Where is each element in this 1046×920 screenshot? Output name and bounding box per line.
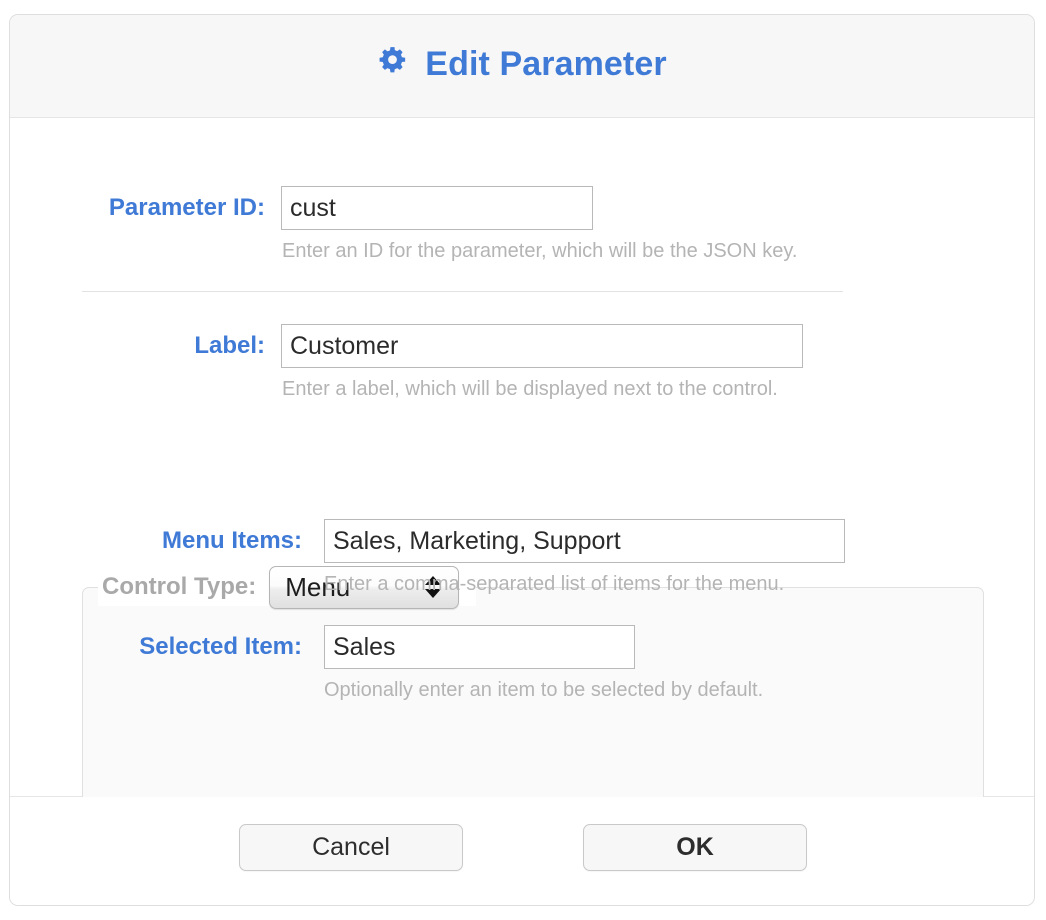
selected-item-label: Selected Item: xyxy=(139,633,302,660)
parameter-id-input[interactable]: cust xyxy=(281,186,593,230)
label-field-label: Label: xyxy=(194,332,265,359)
label-input[interactable]: Customer xyxy=(281,324,803,368)
menu-items-row: Menu Items: Sales, Marketing, Support xyxy=(10,519,845,563)
page-title: Edit Parameter xyxy=(425,44,667,83)
label-row: Label: Customer xyxy=(10,324,803,368)
cancel-button[interactable]: Cancel xyxy=(239,824,463,871)
ok-button[interactable]: OK xyxy=(583,824,807,871)
parameter-id-help: Enter an ID for the parameter, which wil… xyxy=(282,240,798,262)
edit-parameter-dialog: Edit Parameter Parameter ID: cust Enter … xyxy=(9,14,1035,906)
menu-items-help: Enter a comma-separated list of items fo… xyxy=(324,573,785,595)
menu-items-label: Menu Items: xyxy=(161,527,302,554)
gear-icon xyxy=(377,46,408,82)
dialog-header: Edit Parameter xyxy=(10,15,1034,118)
menu-items-input[interactable]: Sales, Marketing, Support xyxy=(324,519,845,563)
dialog-title-group: Edit Parameter xyxy=(377,44,667,84)
selected-item-input[interactable]: Sales xyxy=(324,625,635,669)
dialog-footer: Cancel OK xyxy=(10,797,1034,905)
selected-item-help: Optionally enter an item to be selected … xyxy=(324,679,764,701)
selected-item-row: Selected Item: Sales xyxy=(10,625,635,669)
label-help: Enter a label, which will be displayed n… xyxy=(282,378,778,400)
section-divider xyxy=(82,291,843,292)
control-type-label: Control Type: xyxy=(102,573,257,600)
dialog-body: Parameter ID: cust Enter an ID for the p… xyxy=(10,118,1034,848)
parameter-id-row: Parameter ID: cust xyxy=(10,186,593,230)
parameter-id-label: Parameter ID: xyxy=(108,194,265,221)
